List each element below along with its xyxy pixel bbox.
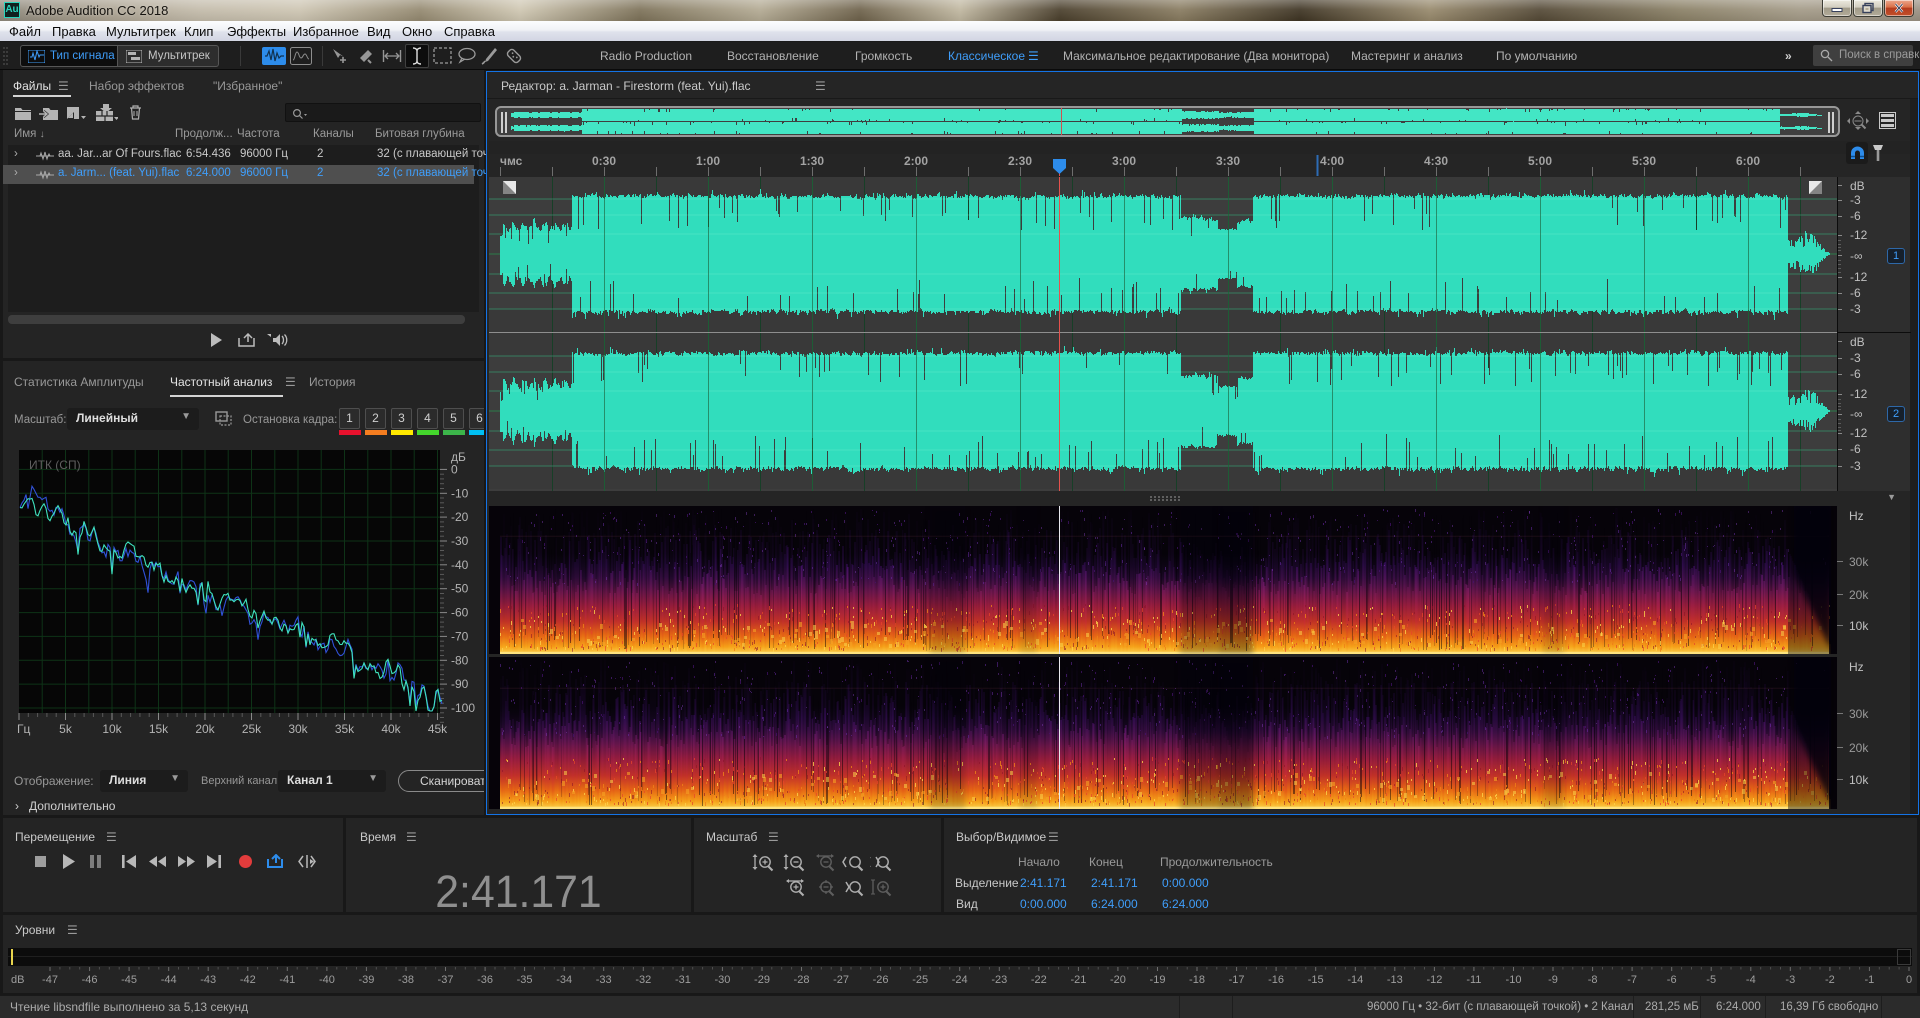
svg-text:-100: -100 — [451, 701, 475, 715]
svg-text:30k: 30k — [288, 722, 308, 736]
svg-text:-23: -23 — [991, 974, 1007, 986]
svg-text:-44: -44 — [161, 974, 177, 986]
svg-text:-15: -15 — [1308, 974, 1324, 986]
svg-text:2:00: 2:00 — [904, 154, 928, 168]
svg-text:15k: 15k — [149, 722, 169, 736]
svg-text:-1: -1 — [1865, 974, 1875, 986]
svg-text:-32: -32 — [635, 974, 651, 986]
svg-text:20k: 20k — [195, 722, 215, 736]
svg-text:-29: -29 — [754, 974, 770, 986]
svg-text:-2: -2 — [1825, 974, 1835, 986]
svg-text:1:30: 1:30 — [800, 154, 824, 168]
svg-text:-90: -90 — [451, 677, 469, 691]
svg-text:-21: -21 — [1070, 974, 1086, 986]
svg-text:-25: -25 — [912, 974, 928, 986]
svg-text:5k: 5k — [59, 722, 73, 736]
svg-text:-18: -18 — [1189, 974, 1205, 986]
svg-text:-30: -30 — [714, 974, 730, 986]
svg-text:35k: 35k — [335, 722, 355, 736]
svg-text:3:00: 3:00 — [1112, 154, 1136, 168]
svg-text:-47: -47 — [42, 974, 58, 986]
svg-text:25k: 25k — [242, 722, 262, 736]
svg-text:1:00: 1:00 — [696, 154, 720, 168]
svg-text:-5: -5 — [1706, 974, 1716, 986]
svg-text:дБ: дБ — [451, 450, 466, 464]
svg-text:-70: -70 — [451, 629, 469, 643]
svg-text:5:00: 5:00 — [1528, 154, 1552, 168]
svg-text:-3: -3 — [1785, 974, 1795, 986]
svg-text:-37: -37 — [438, 974, 454, 986]
svg-text:-43: -43 — [200, 974, 216, 986]
svg-text:-14: -14 — [1347, 974, 1363, 986]
svg-text:-7: -7 — [1627, 974, 1637, 986]
svg-text:-19: -19 — [1150, 974, 1166, 986]
svg-text:0: 0 — [1906, 974, 1912, 986]
svg-text:45k: 45k — [428, 722, 448, 736]
svg-text:3:30: 3:30 — [1216, 154, 1240, 168]
svg-text:-10: -10 — [1506, 974, 1522, 986]
svg-text:-80: -80 — [451, 653, 469, 667]
svg-text:4:00: 4:00 — [1320, 154, 1344, 168]
svg-text:6:00: 6:00 — [1736, 154, 1760, 168]
svg-text:-36: -36 — [477, 974, 493, 986]
svg-text:чмс: чмс — [500, 154, 523, 168]
svg-text:-24: -24 — [952, 974, 968, 986]
svg-text:40k: 40k — [381, 722, 401, 736]
svg-text:-12: -12 — [1426, 974, 1442, 986]
svg-text:10k: 10k — [102, 722, 122, 736]
svg-text:-20: -20 — [1110, 974, 1126, 986]
svg-text:-20: -20 — [451, 510, 469, 524]
svg-text:-35: -35 — [517, 974, 533, 986]
svg-text:-40: -40 — [451, 558, 469, 572]
svg-text:0: 0 — [451, 462, 458, 476]
svg-text:-40: -40 — [319, 974, 335, 986]
svg-text:-11: -11 — [1466, 974, 1481, 986]
svg-text:Гц: Гц — [17, 722, 30, 736]
svg-text:-34: -34 — [556, 974, 572, 986]
svg-text:-41: -41 — [279, 974, 295, 986]
svg-text:dB: dB — [11, 974, 24, 986]
svg-text:-45: -45 — [121, 974, 137, 986]
svg-text:-39: -39 — [358, 974, 374, 986]
svg-text:-6: -6 — [1667, 974, 1677, 986]
svg-text:-8: -8 — [1588, 974, 1598, 986]
svg-text:0:30: 0:30 — [592, 154, 616, 168]
svg-text:-42: -42 — [240, 974, 256, 986]
svg-text:-38: -38 — [398, 974, 414, 986]
svg-text:2:30: 2:30 — [1008, 154, 1032, 168]
svg-text:-10: -10 — [451, 486, 469, 500]
svg-text:-33: -33 — [596, 974, 612, 986]
svg-text:-9: -9 — [1548, 974, 1558, 986]
svg-text:-30: -30 — [451, 534, 469, 548]
svg-text:5:30: 5:30 — [1632, 154, 1656, 168]
svg-text:-28: -28 — [794, 974, 810, 986]
svg-text:-50: -50 — [451, 582, 469, 596]
svg-text:-22: -22 — [1031, 974, 1047, 986]
svg-text:-26: -26 — [873, 974, 889, 986]
svg-text:-27: -27 — [833, 974, 849, 986]
svg-text:-17: -17 — [1229, 974, 1245, 986]
svg-text:-4: -4 — [1746, 974, 1756, 986]
svg-text:-31: -31 — [675, 974, 691, 986]
svg-text:-60: -60 — [451, 606, 469, 620]
svg-text:-13: -13 — [1387, 974, 1403, 986]
svg-text:4:30: 4:30 — [1424, 154, 1448, 168]
svg-text:-16: -16 — [1268, 974, 1284, 986]
svg-text:-46: -46 — [82, 974, 98, 986]
svg-text:ИТК (СП): ИТК (СП) — [29, 458, 81, 472]
